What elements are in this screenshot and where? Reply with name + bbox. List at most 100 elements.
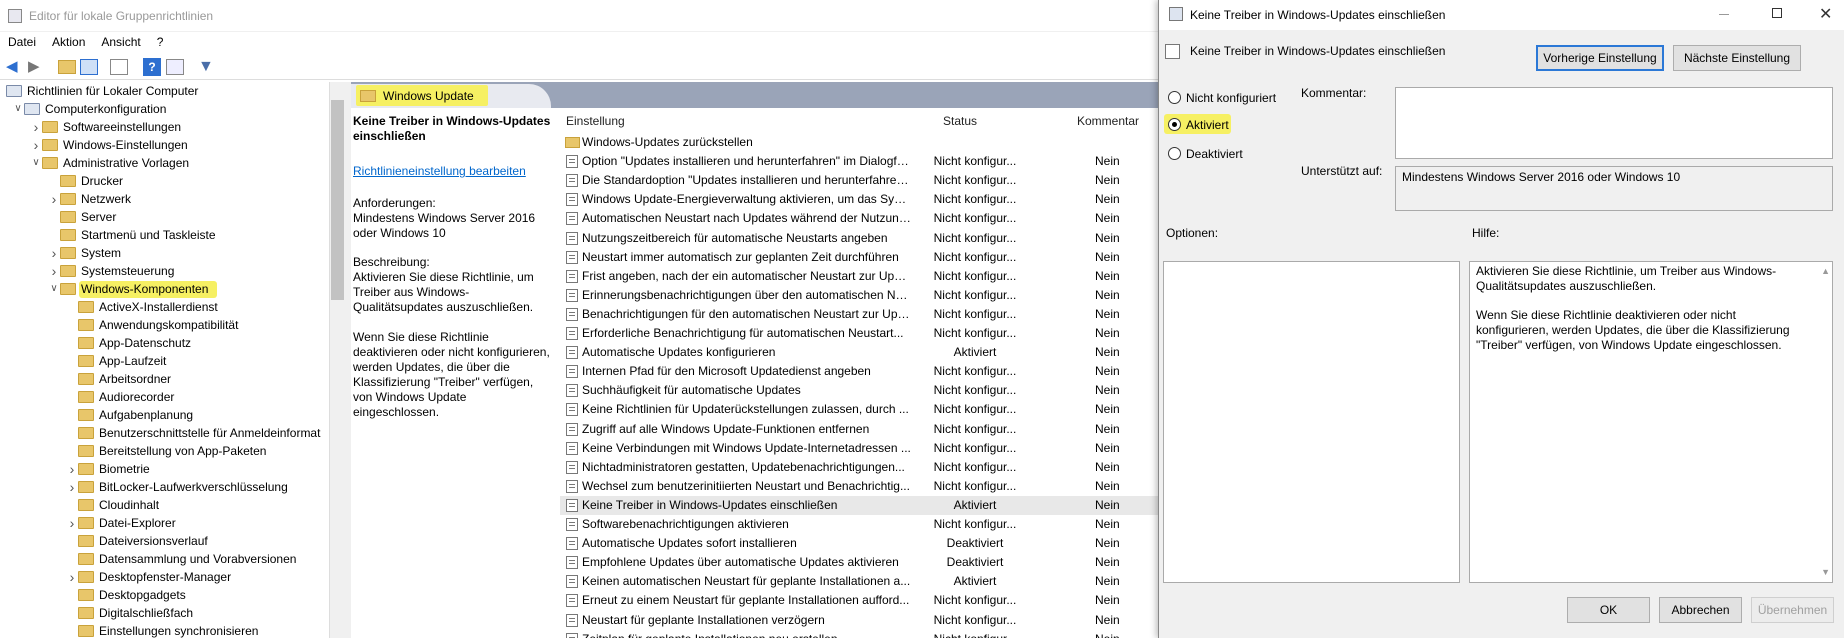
chevron-right-icon[interactable]: ›	[48, 244, 60, 262]
table-row[interactable]: Automatische Updates konfigurieren Aktivi…	[560, 343, 1165, 362]
chevron-right-icon[interactable]: ›	[30, 118, 42, 136]
tree-node[interactable]: Audiorecorder	[0, 388, 328, 406]
menu-help[interactable]: ?	[149, 32, 172, 52]
table-row[interactable]: Zugriff auf alle Windows Update-Funktion…	[560, 420, 1165, 439]
tree-node[interactable]: › Systemsteuerung	[0, 262, 328, 280]
forward-arrow-icon[interactable]: ▶	[28, 58, 46, 76]
tree-node[interactable]: Dateiversionsverlauf	[0, 532, 328, 550]
chevron-right-icon[interactable]: ›	[66, 478, 78, 496]
table-row[interactable]: Internen Pfad für den Microsoft Updatedi…	[560, 362, 1165, 381]
back-arrow-icon[interactable]: ◀	[6, 58, 24, 76]
ok-button[interactable]: OK	[1567, 597, 1650, 623]
table-row[interactable]: Frist angeben, nach der ein automatische…	[560, 267, 1165, 286]
chevron-right-icon[interactable]: ›	[66, 514, 78, 532]
maximize-icon[interactable]	[1772, 8, 1782, 18]
table-row[interactable]: Die Standardoption "Updates installieren…	[560, 171, 1165, 190]
tree-node[interactable]: › Windows-Einstellungen	[0, 136, 328, 154]
tree-scrollbar-thumb[interactable]	[331, 100, 344, 300]
tree-node[interactable]: Richtlinien für Lokaler Computer	[0, 82, 328, 100]
table-row[interactable]: Softwarebenachrichtigungen aktivieren Nic…	[560, 515, 1165, 534]
table-row[interactable]: Neustart immer automatisch zur geplanten…	[560, 248, 1165, 267]
table-row[interactable]: Empfohlene Updates über automatische Upd…	[560, 553, 1165, 572]
radio-disabled[interactable]	[1168, 147, 1181, 160]
chevron-down-icon[interactable]: ∨	[12, 100, 24, 118]
export-list-icon[interactable]	[110, 59, 128, 75]
column-setting[interactable]: Einstellung	[566, 114, 625, 128]
table-row[interactable]: Option "Updates installieren und herunte…	[560, 152, 1165, 171]
tree-node[interactable]: ActiveX-Installerdienst	[0, 298, 328, 316]
tree-node[interactable]: Startmenü und Taskleiste	[0, 226, 328, 244]
table-row[interactable]: Erforderliche Benachrichtigung für autom…	[560, 324, 1165, 343]
tree-node[interactable]: App-Datenschutz	[0, 334, 328, 352]
chevron-right-icon[interactable]: ›	[66, 460, 78, 478]
filter-icon[interactable]: ▼	[198, 58, 216, 76]
edit-policy-link[interactable]: Richtlinieneinstellung bearbeiten	[353, 164, 553, 179]
tree-node[interactable]: Digitalschließfach	[0, 604, 328, 622]
tree-node[interactable]: Arbeitsordner	[0, 370, 328, 388]
up-folder-icon[interactable]	[58, 60, 76, 74]
table-row[interactable]: Benachrichtigungen für den automatischen…	[560, 305, 1165, 324]
table-row[interactable]: Zeitplan für geplante Installationen neu…	[560, 630, 1165, 638]
next-setting-button[interactable]: Nächste Einstellung	[1673, 45, 1801, 71]
tree-node[interactable]: Cloudinhalt	[0, 496, 328, 514]
help-scroll-down-icon[interactable]: ▼	[1821, 565, 1830, 580]
tree-node[interactable]: Drucker	[0, 172, 328, 190]
chevron-right-icon[interactable]: ›	[48, 262, 60, 280]
close-icon[interactable]: ✕	[1819, 4, 1832, 24]
cancel-button[interactable]: Abbrechen	[1659, 597, 1742, 623]
chevron-right-icon[interactable]: ›	[30, 136, 42, 154]
tree-node[interactable]: Aufgabenplanung	[0, 406, 328, 424]
table-row[interactable]: Suchhäufigkeit für automatische Updates N…	[560, 381, 1165, 400]
chevron-right-icon[interactable]: ›	[66, 568, 78, 586]
help-scroll-up-icon[interactable]: ▲	[1821, 264, 1830, 279]
table-row[interactable]: Keine Verbindungen mit Windows Update-In…	[560, 439, 1165, 458]
table-row[interactable]: Automatische Updates sofort installieren…	[560, 534, 1165, 553]
tree-node[interactable]: Datensammlung und Vorabversionen	[0, 550, 328, 568]
tree-node[interactable]: › Datei-Explorer	[0, 514, 328, 532]
chevron-down-icon[interactable]: ∨	[30, 154, 42, 172]
previous-setting-button[interactable]: Vorherige Einstellung	[1536, 45, 1664, 71]
tree-node[interactable]: Bereitstellung von App-Paketen	[0, 442, 328, 460]
table-row[interactable]: Erinnerungsbenachrichtigungen über den a…	[560, 286, 1165, 305]
table-row[interactable]: Keine Treiber in Windows-Updates einschl…	[560, 495, 1165, 515]
tree-node[interactable]: › Desktopfenster-Manager	[0, 568, 328, 586]
label-not-configured[interactable]: Nicht konfiguriert	[1186, 91, 1276, 105]
tree-node[interactable]: Anwendungskompatibilität	[0, 316, 328, 334]
menu-datei[interactable]: Datei	[0, 32, 44, 52]
tree-node[interactable]: › Netzwerk	[0, 190, 328, 208]
comment-textarea[interactable]	[1395, 87, 1833, 159]
tree-node[interactable]: Desktopgadgets	[0, 586, 328, 604]
help-icon[interactable]: ?	[143, 58, 161, 76]
properties-icon[interactable]	[166, 59, 184, 75]
tree-node[interactable]: › Biometrie	[0, 460, 328, 478]
column-status[interactable]: Status	[943, 114, 977, 128]
table-row[interactable]: Erneut zu einem Neustart für geplante In…	[560, 591, 1165, 610]
pane-splitter[interactable]	[346, 82, 351, 638]
table-row[interactable]: Nichtadministratoren gestatten, Updatebe…	[560, 458, 1165, 477]
radio-not-configured[interactable]	[1168, 91, 1181, 104]
tree-node[interactable]: › System	[0, 244, 328, 262]
menu-ansicht[interactable]: Ansicht	[93, 32, 148, 52]
show-tree-icon[interactable]	[80, 59, 98, 75]
table-row[interactable]: Keine Richtlinien für Updaterückstellung…	[560, 400, 1165, 419]
table-row[interactable]: Windows-Updates zurückstellen	[560, 133, 1165, 152]
table-row[interactable]: Wechsel zum benutzerinitiierten Neustart…	[560, 477, 1165, 496]
table-row[interactable]: Windows Update-Energieverwaltung aktivie…	[560, 190, 1165, 209]
minimize-icon[interactable]	[1719, 14, 1729, 15]
radio-enabled[interactable]	[1168, 118, 1181, 131]
chevron-down-icon[interactable]: ∨	[48, 280, 60, 298]
table-row[interactable]: Nutzungszeitbereich für automatische Neu…	[560, 229, 1165, 248]
tree-node[interactable]: ∨ Windows-Komponenten	[0, 280, 328, 298]
label-disabled[interactable]: Deaktiviert	[1186, 147, 1243, 161]
tree-node[interactable]: › Softwareeinstellungen	[0, 118, 328, 136]
chevron-right-icon[interactable]: ›	[48, 190, 60, 208]
menu-aktion[interactable]: Aktion	[44, 32, 93, 52]
label-enabled[interactable]: Aktiviert	[1186, 118, 1229, 132]
tree-node[interactable]: ∨ Computerkonfiguration	[0, 100, 328, 118]
table-row[interactable]: Automatischen Neustart nach Updates währ…	[560, 209, 1165, 228]
tree-node[interactable]: App-Laufzeit	[0, 352, 328, 370]
tree-node[interactable]: › BitLocker-Laufwerkverschlüsselung	[0, 478, 328, 496]
tree-node[interactable]: Benutzerschnittstelle für Anmeldeinforma…	[0, 424, 328, 442]
table-row[interactable]: Neustart für geplante Installationen ver…	[560, 611, 1165, 630]
column-comment[interactable]: Kommentar	[1077, 114, 1139, 128]
